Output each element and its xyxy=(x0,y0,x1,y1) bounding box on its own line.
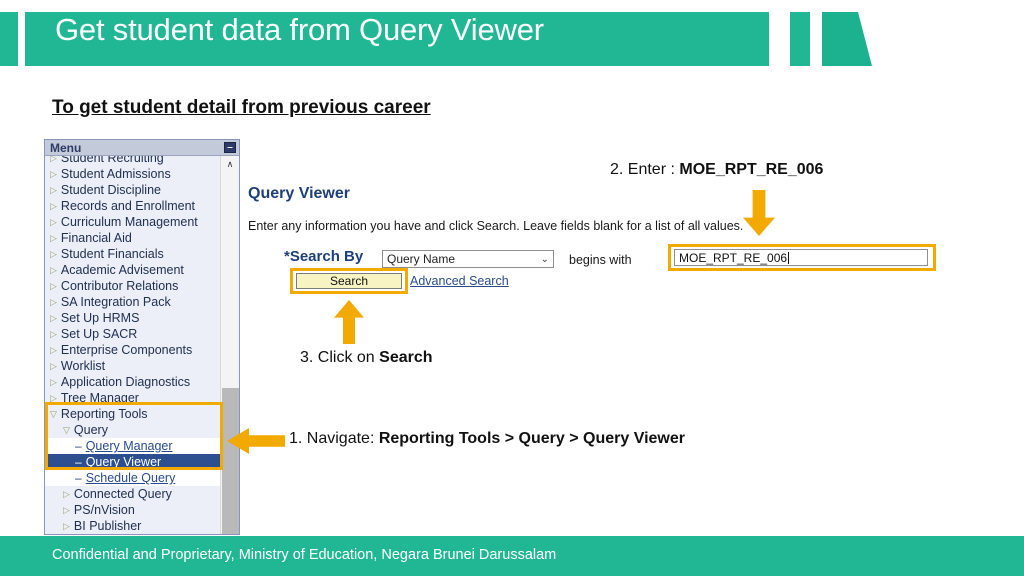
menu-item-label: PS/nVision xyxy=(73,503,135,517)
annotation-step-1: 1. Navigate: Reporting Tools > Query > Q… xyxy=(289,430,685,448)
menu-item[interactable]: ▷ SA Integration Pack xyxy=(45,294,221,310)
section-subtitle: To get student detail from previous care… xyxy=(52,97,431,118)
menu-item-label: Curriculum Management xyxy=(60,215,198,229)
caret-right-icon: ▷ xyxy=(50,169,57,179)
menu-list: ▷ Student Recruiting ▷ Student Admissions ▷ S… xyxy=(45,156,221,534)
menu-item[interactable]: – Schedule Query xyxy=(45,470,221,486)
footer-text: Confidential and Proprietary, Ministry o… xyxy=(52,547,557,563)
menu-item[interactable]: ▷ Financial Aid xyxy=(45,230,221,246)
annotation-step-1-value: Reporting Tools > Query > Query Viewer xyxy=(378,430,685,447)
header-accent-block xyxy=(790,12,810,66)
menu-item[interactable]: ▷ PS/nVision xyxy=(45,502,221,518)
header-wedge-shape xyxy=(822,12,872,66)
annotation-step-2: 2. Enter : MOE_RPT_RE_006 xyxy=(610,161,823,179)
query-name-input-highlight xyxy=(668,244,936,271)
search-button-highlight xyxy=(290,268,408,294)
menu-item[interactable]: ▷ Enterprise Components xyxy=(45,342,221,358)
menu-item[interactable]: ▷ BI Publisher xyxy=(45,518,221,534)
caret-right-icon: ▷ xyxy=(50,281,57,291)
menu-panel-header: Menu – xyxy=(45,140,239,156)
annotation-step-1-prefix: 1. Navigate: xyxy=(289,430,379,447)
menu-item[interactable]: ▷ Curriculum Management xyxy=(45,214,221,230)
menu-item-label: SA Integration Pack xyxy=(60,295,171,309)
menu-item[interactable]: ▷ Application Diagnostics xyxy=(45,374,221,390)
annotation-step-3: 3. Click on Search xyxy=(300,349,433,367)
caret-right-icon: ▷ xyxy=(50,313,57,323)
collapse-icon[interactable]: – xyxy=(224,142,236,153)
menu-item-label: Set Up SACR xyxy=(60,327,138,341)
caret-right-icon: ▷ xyxy=(50,156,57,163)
menu-item[interactable]: ▷ Set Up SACR xyxy=(45,326,221,342)
caret-right-icon: ▷ xyxy=(50,249,57,259)
menu-item[interactable]: ▷ Student Financials xyxy=(45,246,221,262)
menu-panel: Menu – ▷ Student Recruiting ▷ Student Admis… xyxy=(44,139,240,535)
caret-right-icon: ▷ xyxy=(50,345,57,355)
menu-item-label: Set Up HRMS xyxy=(60,311,140,325)
menu-scrollbar[interactable]: ∧ xyxy=(220,156,239,534)
menu-body: ▷ Student Recruiting ▷ Student Admissions ▷ S… xyxy=(45,156,239,534)
chevron-down-icon: ⌄ xyxy=(540,253,549,265)
menu-item-label: Student Admissions xyxy=(60,167,171,181)
annotation-step-2-prefix: 2. Enter : xyxy=(610,161,680,178)
menu-item-label: BI Publisher xyxy=(73,519,142,533)
caret-right-icon: ▷ xyxy=(50,201,57,211)
scroll-up-icon[interactable]: ∧ xyxy=(221,156,239,172)
header-accent-left xyxy=(0,12,18,66)
dash-icon: – xyxy=(75,471,82,485)
menu-item-label: Connected Query xyxy=(73,487,172,501)
menu-navigation-highlight xyxy=(45,402,223,470)
caret-right-icon: ▷ xyxy=(50,217,57,227)
menu-item[interactable]: ▷ Academic Advisement xyxy=(45,262,221,278)
arrow-down-icon-enter xyxy=(743,190,775,236)
query-viewer-heading: Query Viewer xyxy=(248,185,350,202)
caret-right-icon: ▷ xyxy=(50,297,57,307)
menu-item[interactable]: ▷ Set Up HRMS xyxy=(45,310,221,326)
menu-item-label: Student Financials xyxy=(60,247,164,261)
menu-item-label: Student Discipline xyxy=(60,183,161,197)
page-title: Get student data from Query Viewer xyxy=(55,12,544,47)
caret-right-icon: ▷ xyxy=(50,361,57,371)
menu-item-label: Application Diagnostics xyxy=(60,375,191,389)
menu-item-label: Contributor Relations xyxy=(60,279,179,293)
query-viewer-instruction: Enter any information you have and click… xyxy=(248,219,744,233)
footer-bar: Confidential and Proprietary, Ministry o… xyxy=(0,536,1024,576)
caret-right-icon: ▷ xyxy=(50,377,57,387)
menu-item[interactable]: ▷ Records and Enrollment xyxy=(45,198,221,214)
menu-item-label: Schedule Query xyxy=(85,471,176,485)
search-by-select-value: Query Name xyxy=(387,252,456,266)
caret-right-icon: ▷ xyxy=(63,505,70,515)
caret-right-icon: ▷ xyxy=(50,329,57,339)
caret-right-icon: ▷ xyxy=(50,265,57,275)
menu-item[interactable]: ▷ Connected Query xyxy=(45,486,221,502)
arrow-up-icon-search xyxy=(334,300,364,344)
menu-item-label: Financial Aid xyxy=(60,231,132,245)
caret-right-icon: ▷ xyxy=(50,185,57,195)
caret-right-icon: ▷ xyxy=(63,521,70,531)
menu-item-label: Records and Enrollment xyxy=(60,199,196,213)
menu-item-label: Worklist xyxy=(60,359,106,373)
menu-item[interactable]: ▷ Contributor Relations xyxy=(45,278,221,294)
annotation-step-2-value: MOE_RPT_RE_006 xyxy=(679,161,824,178)
menu-scroll-area: ▷ Student Recruiting ▷ Student Admissions ▷ S… xyxy=(45,156,221,534)
menu-item[interactable]: ▷ Student Discipline xyxy=(45,182,221,198)
scrollbar-thumb[interactable] xyxy=(222,388,239,534)
menu-item[interactable]: ▷ Student Recruiting xyxy=(45,156,221,166)
menu-item-label: Academic Advisement xyxy=(60,263,184,277)
advanced-search-link[interactable]: Advanced Search xyxy=(410,274,509,288)
search-by-select[interactable]: Query Name ⌄ xyxy=(382,250,554,268)
caret-right-icon: ▷ xyxy=(63,489,70,499)
menu-item[interactable]: ▷ Worklist xyxy=(45,358,221,374)
caret-right-icon: ▷ xyxy=(50,233,57,243)
menu-item-label: Student Recruiting xyxy=(60,156,164,165)
annotation-step-3-prefix: 3. Click on xyxy=(300,349,380,366)
menu-panel-title: Menu xyxy=(50,140,82,155)
search-by-label: *Search By xyxy=(284,248,364,265)
annotation-step-3-value: Search xyxy=(379,349,433,366)
menu-item[interactable]: ▷ Student Admissions xyxy=(45,166,221,182)
menu-item-label: Enterprise Components xyxy=(60,343,193,357)
operator-label: begins with xyxy=(569,253,632,267)
